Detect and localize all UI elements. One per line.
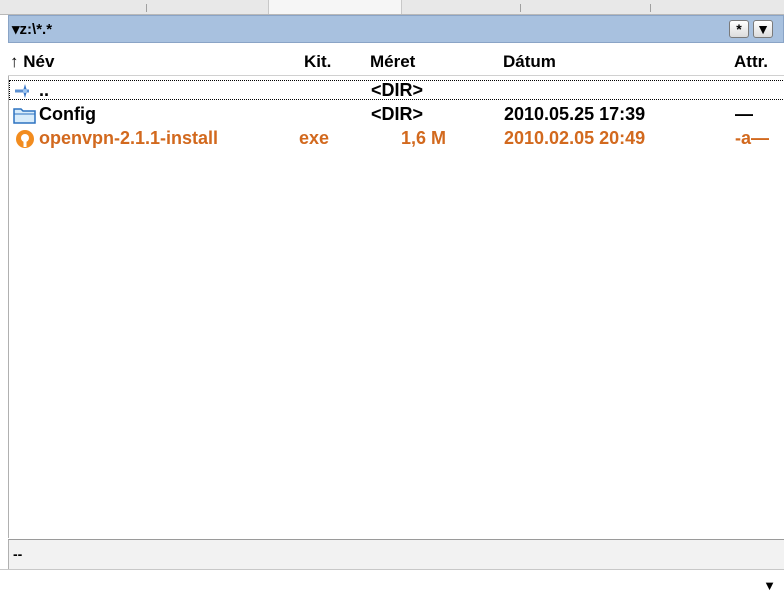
path-bar[interactable]: ▾z:\*.* * ▼ [8,15,784,43]
tab-separator [650,4,651,12]
current-path[interactable]: ▾z:\*.* [12,20,52,38]
file-name: Config [39,104,96,124]
file-date: 2010.05.25 17:39 [504,104,646,124]
file-size: <DIR> [371,104,424,124]
column-size-header[interactable]: Méret [370,52,415,72]
column-name-header[interactable]: ↑ Név [10,52,54,72]
up-dir-icon [13,80,39,101]
list-item[interactable]: .. <DIR> [9,80,784,100]
file-date: 2010.02.05 20:49 [504,128,646,148]
tab-strip[interactable] [0,0,784,15]
tab-active[interactable] [268,0,402,14]
openvpn-icon [13,128,37,149]
history-dropdown-button[interactable]: ▼ [753,20,773,38]
status-text: -- [13,546,23,562]
command-line[interactable]: ▼ [0,569,784,602]
file-list[interactable]: .. <DIR> Config <DIR> 2010.05.25 17:39 —… [8,76,784,538]
file-size: 1,6 M [401,128,447,148]
column-date-header[interactable]: Dátum [503,52,556,72]
status-bar: -- [8,539,784,569]
file-attr: -a— [735,128,770,148]
column-attr-header[interactable]: Attr. [734,52,768,72]
tab-separator [520,4,521,12]
folder-icon [13,104,37,125]
file-name: openvpn-2.1.1-install [39,128,219,148]
command-history-dropdown[interactable]: ▼ [763,578,776,593]
file-size: <DIR> [371,80,424,100]
star-button[interactable]: * [729,20,749,38]
list-item[interactable]: Config <DIR> 2010.05.25 17:39 — [9,104,784,124]
column-ext-header[interactable]: Kit. [304,52,331,72]
column-header: ↑ Név Kit. Méret Dátum Attr. [8,47,784,76]
list-item[interactable]: openvpn-2.1.1-install exe 1,6 M 2010.02.… [9,128,784,149]
file-name: .. [39,80,50,100]
file-ext: exe [299,128,330,148]
tab-separator [146,4,147,12]
file-attr: — [735,104,753,124]
